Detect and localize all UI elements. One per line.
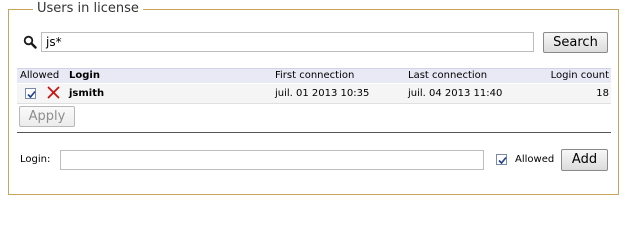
- col-login[interactable]: Login: [69, 69, 100, 83]
- section-divider: [17, 132, 611, 133]
- panel-legend: Users in license: [33, 1, 143, 17]
- login-label: Login:: [20, 154, 51, 165]
- col-login-count[interactable]: Login count: [551, 69, 609, 83]
- delete-icon[interactable]: [47, 86, 60, 99]
- search-icon: [23, 35, 37, 49]
- login-input[interactable]: [60, 150, 484, 170]
- row-last-connection: juil. 04 2013 11:40: [408, 88, 503, 99]
- col-allowed: Allowed: [20, 70, 60, 81]
- row-allowed-checkbox[interactable]: [25, 88, 36, 99]
- table-row: jsmith juil. 01 2013 10:35 juil. 04 2013…: [17, 84, 611, 104]
- apply-button[interactable]: Apply: [19, 106, 75, 127]
- users-table-header: Allowed Login First connection Last conn…: [17, 68, 611, 83]
- col-first-connection[interactable]: First connection: [275, 69, 354, 83]
- row-login-count: 18: [596, 88, 609, 99]
- search-input[interactable]: js*: [41, 32, 534, 52]
- row-login: jsmith: [69, 88, 105, 99]
- add-button[interactable]: Add: [561, 149, 608, 171]
- allowed-label: Allowed: [515, 154, 555, 165]
- col-last-connection[interactable]: Last connection: [408, 69, 487, 83]
- row-first-connection: juil. 01 2013 10:35: [275, 88, 370, 99]
- allowed-checkbox[interactable]: [496, 154, 507, 165]
- search-button[interactable]: Search: [543, 32, 608, 53]
